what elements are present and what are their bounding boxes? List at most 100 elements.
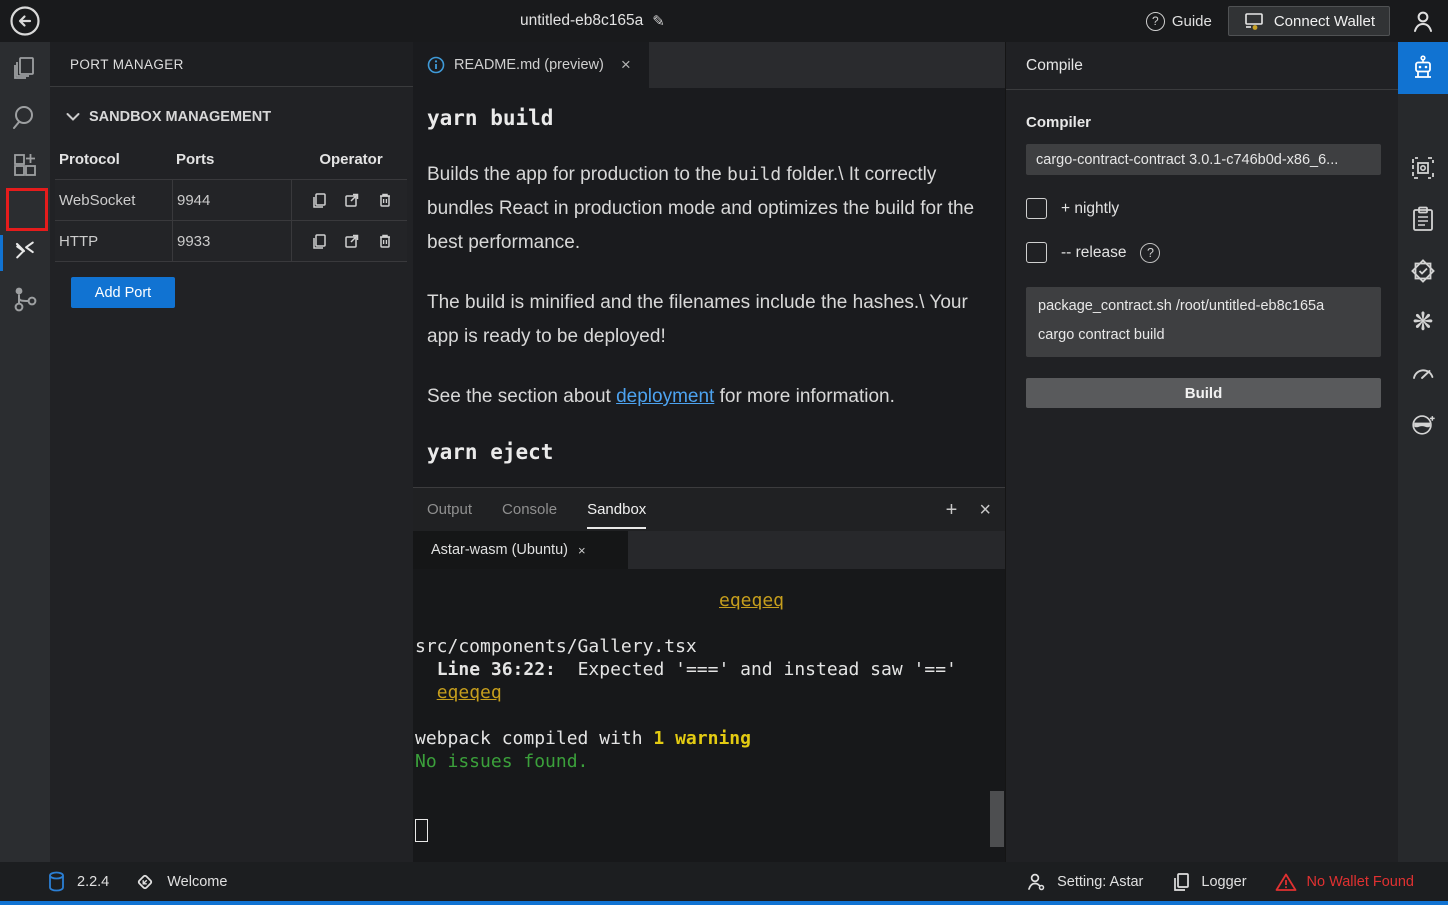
user-icon xyxy=(1410,8,1436,34)
edit-title-icon[interactable]: ✎ xyxy=(652,12,665,30)
copy-port-button[interactable] xyxy=(310,191,328,209)
tab-output[interactable]: Output xyxy=(427,488,472,531)
wallet-warning[interactable]: No Wallet Found xyxy=(1275,872,1414,892)
sidebar-item-port-manager[interactable] xyxy=(10,237,40,267)
new-terminal-icon[interactable]: + xyxy=(946,500,958,520)
avatar[interactable] xyxy=(1406,4,1440,38)
terminal-warning-count: 1 warning xyxy=(653,728,751,749)
nightly-checkbox[interactable] xyxy=(1026,198,1047,219)
readme-paragraph: Builds the app for production to the bui… xyxy=(427,158,993,260)
welcome-label: Welcome xyxy=(167,874,227,890)
tab-readme[interactable]: README.md (preview) × xyxy=(413,42,649,88)
section-sandbox-management[interactable]: SANDBOX MANAGEMENT xyxy=(50,87,413,139)
tab-sandbox[interactable]: Sandbox xyxy=(587,488,646,531)
copy-port-button[interactable] xyxy=(310,232,328,250)
plugin-item-scan[interactable] xyxy=(1409,154,1437,182)
plugin-item-performance[interactable] xyxy=(1409,359,1437,387)
close-panel-icon[interactable]: × xyxy=(979,500,991,520)
readme-paragraph: The build is minified and the filenames … xyxy=(427,286,993,354)
chevron-down-icon xyxy=(66,112,80,122)
port-manager-panel: PORT MANAGER SANDBOX MANAGEMENT Protocol… xyxy=(50,42,413,862)
guide-label: Guide xyxy=(1172,13,1212,30)
plugin-item-verified[interactable] xyxy=(1409,257,1437,285)
plugin-item-compiler[interactable] xyxy=(1398,42,1448,94)
plugin-item-sandbox-mascot[interactable] xyxy=(1409,410,1437,438)
terminal-session-bar: Astar-wasm (Ubuntu) × xyxy=(413,531,1005,569)
table-header-row: Protocol Ports Operator xyxy=(55,139,407,179)
compiler-select[interactable]: cargo-contract-contract 3.0.1-c746b0d-x8… xyxy=(1026,144,1381,175)
guide-button[interactable]: ? Guide xyxy=(1146,12,1212,31)
terminal-cursor xyxy=(415,819,428,842)
build-command-box: package_contract.sh /root/untitled-eb8c1… xyxy=(1026,287,1381,357)
session-tab-astar-wasm[interactable]: Astar-wasm (Ubuntu) × xyxy=(413,531,628,569)
connect-wallet-button[interactable]: Connect Wallet xyxy=(1228,6,1390,36)
sidebar-item-search[interactable] xyxy=(10,102,40,132)
readme-preview: yarn build Builds the app for production… xyxy=(413,88,1005,522)
database-version-icon xyxy=(48,871,65,893)
eslint-rule-link[interactable]: eqeqeq xyxy=(437,682,502,703)
readme-heading-eject: yarn eject xyxy=(427,440,991,464)
text: for more information. xyxy=(714,386,895,407)
back-button[interactable] xyxy=(9,5,41,37)
open-port-button[interactable] xyxy=(343,191,361,209)
logger-pages-icon xyxy=(1171,871,1191,893)
build-button[interactable]: Build xyxy=(1026,378,1381,408)
terminal-line-ref: Line 36:22: xyxy=(437,659,556,680)
terminal-warning-message: Expected '===' and instead saw '==' xyxy=(556,659,957,680)
right-activity-bar: ❋ xyxy=(1398,42,1448,862)
monkey-sunglasses-icon xyxy=(1409,410,1437,438)
open-port-button[interactable] xyxy=(343,232,361,250)
add-port-button[interactable]: Add Port xyxy=(71,277,175,308)
info-icon xyxy=(427,56,445,74)
tab-console[interactable]: Console xyxy=(502,488,557,531)
close-tab-icon[interactable]: × xyxy=(621,55,631,75)
gauge-icon xyxy=(1409,359,1437,387)
compile-panel-title: Compile xyxy=(1006,42,1398,90)
close-session-icon[interactable]: × xyxy=(578,543,586,558)
logger-button[interactable]: Logger xyxy=(1171,871,1246,893)
welcome-button[interactable]: Welcome xyxy=(133,871,227,893)
sidebar-item-extensions[interactable] xyxy=(10,150,40,180)
setting-button[interactable]: Setting: Astar xyxy=(1025,871,1143,893)
left-activity-bar xyxy=(0,42,50,862)
extensions-icon xyxy=(10,150,40,180)
deployment-link[interactable]: deployment xyxy=(616,386,714,407)
sidebar-item-source-control[interactable] xyxy=(10,284,40,314)
release-checkbox[interactable] xyxy=(1026,242,1047,263)
setting-label: Setting: Astar xyxy=(1057,874,1143,890)
bottom-panel: Output Console Sandbox + × Astar-wasm (U… xyxy=(413,487,1005,862)
panel-title: PORT MANAGER xyxy=(50,42,413,87)
delete-port-button[interactable] xyxy=(376,191,394,209)
text: See the section about xyxy=(427,386,616,407)
help-icon: ? xyxy=(1146,12,1165,31)
active-indicator xyxy=(0,235,3,271)
terminal-output[interactable]: eqeqeq src/components/Gallery.tsx Line 3… xyxy=(413,569,1005,863)
panel-tab-bar: Output Console Sandbox + × xyxy=(413,488,1005,531)
editor-tab-bar: README.md (preview) × xyxy=(413,42,1005,88)
readme-paragraph: See the section about deployment for mor… xyxy=(427,380,993,414)
plugin-item-ai-assistant[interactable]: ❋ xyxy=(1409,307,1437,335)
text: The build is minified and the filenames … xyxy=(427,292,968,347)
wallet-warning-label: No Wallet Found xyxy=(1307,874,1414,890)
terminal-scrollbar[interactable] xyxy=(990,791,1004,847)
plugin-item-tasks[interactable] xyxy=(1409,205,1437,233)
table-row: HTTP 9933 xyxy=(55,220,407,262)
command-line: package_contract.sh /root/untitled-eb8c1… xyxy=(1038,292,1369,321)
table-row: WebSocket 9944 xyxy=(55,179,407,220)
nightly-label: + nightly xyxy=(1061,200,1119,218)
openai-icon: ❋ xyxy=(1413,309,1434,334)
delete-port-button[interactable] xyxy=(376,232,394,250)
user-setting-icon xyxy=(1025,871,1047,893)
command-line: cargo contract build xyxy=(1038,321,1369,350)
session-tab-label: Astar-wasm (Ubuntu) xyxy=(431,542,568,558)
eslint-rule-link[interactable]: eqeqeq xyxy=(719,590,784,611)
terminal-compiled-text: webpack compiled with xyxy=(415,728,653,749)
release-help-icon[interactable]: ? xyxy=(1140,243,1160,263)
sidebar-item-files[interactable] xyxy=(10,53,40,83)
protocol-cell: WebSocket xyxy=(55,180,172,220)
col-protocol: Protocol xyxy=(55,139,172,179)
search-icon xyxy=(10,102,40,132)
protocol-cell: HTTP xyxy=(55,221,172,261)
col-ports: Ports xyxy=(172,139,291,179)
port-table: Protocol Ports Operator WebSocket 9944 H… xyxy=(55,139,407,262)
